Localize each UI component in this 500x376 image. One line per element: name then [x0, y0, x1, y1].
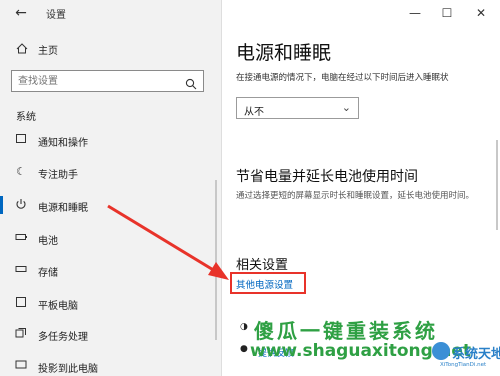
search-icon[interactable]	[185, 75, 197, 90]
sidebar-item-label: 专注助手	[38, 170, 78, 181]
watermark-logo-text: 系统天地	[452, 347, 500, 362]
watermark-logo-sub: XiTongTianDi.net	[440, 362, 487, 368]
sidebar-item-label: 存储	[38, 268, 58, 279]
sidebar-item-label: 电池	[38, 236, 58, 247]
notification-icon	[14, 133, 28, 147]
power-icon	[14, 198, 28, 212]
section-heading: 系统	[16, 112, 36, 123]
page-title: 电源和睡眠	[236, 42, 332, 64]
sidebar-item-multitasking[interactable]: 多任务处理	[0, 320, 221, 348]
home-label: 主页	[38, 46, 58, 57]
sidebar-item-label: 通知和操作	[38, 138, 88, 149]
search-input[interactable]	[18, 74, 178, 88]
watermark-title: 傻瓜一键重装系统	[254, 319, 438, 343]
battery-icon	[14, 231, 28, 245]
sidebar-item-storage[interactable]: 存储	[0, 256, 221, 284]
sidebar-item-label: 平板电脑	[38, 301, 78, 312]
sidebar-item-label: 多任务处理	[38, 332, 88, 343]
maximize-button[interactable]: ☐	[432, 3, 462, 23]
sidebar-item-power-sleep[interactable]: 电源和睡眠	[0, 191, 221, 219]
battery-saving-heading: 节省电量并延长电池使用时间	[236, 169, 418, 185]
back-arrow-icon[interactable]: ←	[12, 4, 30, 22]
content-scrollbar[interactable]	[496, 140, 498, 230]
title-bar: ← 设置 — ☐ ✕	[0, 0, 500, 26]
battery-saving-description: 通过选择更短的屏幕显示时长和睡眠设置，延长电池使用时间。	[236, 191, 475, 201]
home-link[interactable]: 主页	[16, 42, 58, 57]
chevron-down-icon: ⌄	[341, 101, 351, 114]
globe-icon	[432, 342, 450, 360]
sidebar-item-label: 投影到此电脑	[38, 364, 98, 375]
dropdown-value: 从不	[244, 107, 264, 118]
active-indicator	[0, 196, 3, 214]
help-icon[interactable]: ◑	[240, 322, 248, 332]
sidebar-item-battery[interactable]: 电池	[0, 224, 221, 252]
project-icon	[14, 359, 28, 373]
sidebar-scrollbar[interactable]	[215, 180, 217, 340]
related-settings-heading: 相关设置	[236, 258, 289, 273]
sidebar-item-project[interactable]: 投影到此电脑	[0, 352, 221, 376]
storage-icon	[14, 263, 28, 277]
tablet-icon	[14, 296, 28, 310]
moon-icon: ☾	[16, 165, 26, 178]
window-title: 设置	[46, 10, 66, 21]
sleep-description: 在接通电源的情况下，电脑在经过以下时间后进入睡眠状	[236, 73, 449, 83]
sleep-timeout-dropdown[interactable]: 从不 ⌄	[236, 97, 359, 119]
sidebar-item-focus-assist[interactable]: ☾ 专注助手	[0, 158, 221, 186]
watermark-logo: 系统天地 XiTongTianDi.net	[430, 340, 500, 372]
sidebar-item-notifications[interactable]: 通知和操作	[0, 126, 221, 154]
additional-power-settings-link[interactable]: 其他电源设置	[236, 277, 293, 291]
minimize-button[interactable]: —	[400, 3, 430, 23]
sidebar-item-tablet[interactable]: 平板电脑	[0, 289, 221, 317]
close-button[interactable]: ✕	[466, 3, 496, 23]
multitask-icon	[14, 327, 28, 341]
settings-search[interactable]	[11, 70, 204, 92]
sidebar-item-label: 电源和睡眠	[38, 203, 88, 214]
feedback-icon[interactable]: ●	[240, 344, 248, 354]
home-icon	[16, 43, 30, 57]
